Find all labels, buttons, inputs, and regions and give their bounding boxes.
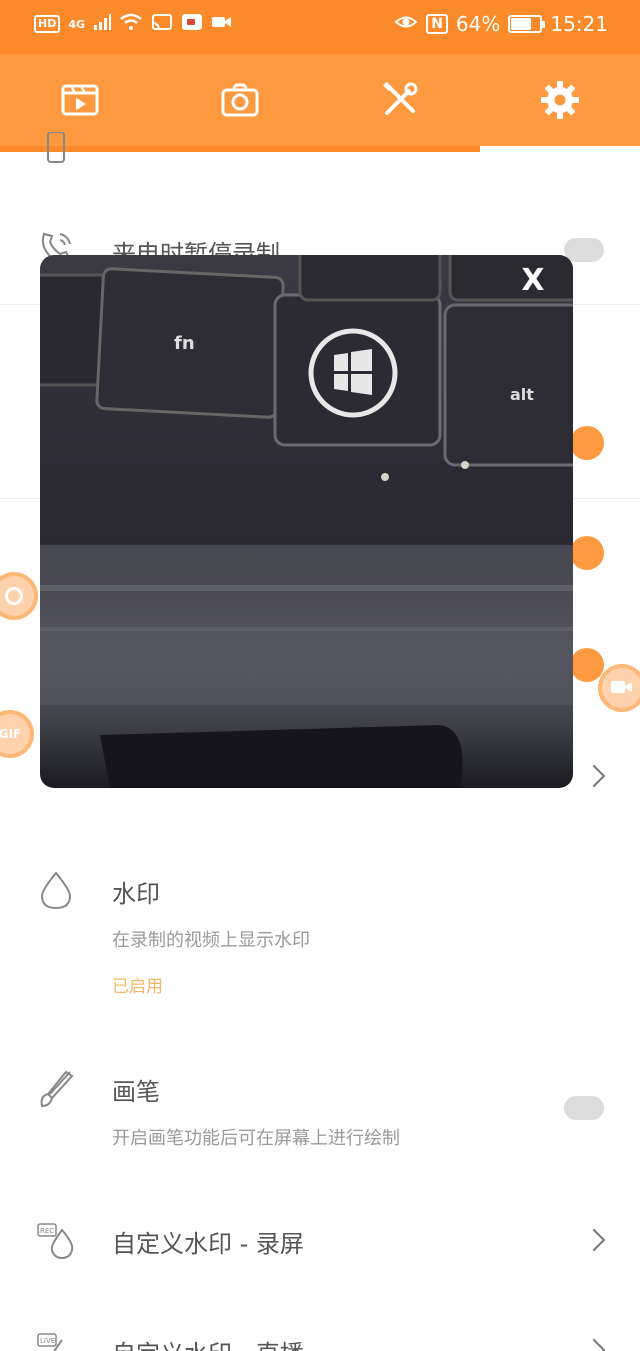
alt-key-label: alt bbox=[510, 385, 534, 404]
watermark-subtitle: 在录制的视频上显示水印 bbox=[112, 930, 310, 951]
setting-brush[interactable]: 画笔 开启画笔功能后可在屏幕上进行绘制 bbox=[0, 1064, 640, 1164]
float-screenshot-button[interactable] bbox=[0, 572, 38, 620]
watermark-status: 已启用 bbox=[112, 977, 163, 997]
float-gif-button[interactable]: GIF bbox=[0, 710, 34, 758]
chevron-right-icon bbox=[582, 1338, 606, 1351]
video-list-icon bbox=[61, 84, 99, 116]
camera-icon bbox=[221, 83, 259, 117]
phone-icon-partial bbox=[36, 131, 76, 172]
brush-toggle[interactable] bbox=[564, 1096, 604, 1120]
toggle-on-3[interactable] bbox=[570, 648, 604, 682]
cast-icon bbox=[151, 13, 173, 35]
setting-watermark[interactable]: 水印 在录制的视频上显示水印 已启用 bbox=[0, 864, 640, 997]
status-bar: HD 4G N 64% 15:21 bbox=[0, 0, 640, 54]
custom-watermark-live-title: 自定义水印 - 直播 bbox=[112, 1334, 304, 1351]
water-drop-icon bbox=[36, 870, 76, 910]
camera-icon bbox=[5, 587, 23, 605]
video-camera-icon bbox=[610, 679, 634, 698]
gear-icon bbox=[541, 81, 579, 119]
signal-icon bbox=[93, 13, 112, 35]
battery-percent: 64% bbox=[455, 12, 501, 36]
live-watermark-icon: LIVE bbox=[36, 1330, 76, 1351]
float-record-button[interactable] bbox=[598, 664, 640, 712]
custom-watermark-record-title: 自定义水印 - 录屏 bbox=[112, 1230, 304, 1258]
top-tab-bar bbox=[0, 54, 640, 146]
setting-custom-watermark-record[interactable]: REC 自定义水印 - 录屏 bbox=[0, 1214, 640, 1274]
video-camera-icon bbox=[211, 13, 233, 35]
fn-key-label: fn bbox=[174, 333, 195, 354]
svg-text:REC: REC bbox=[40, 1227, 54, 1235]
watermark-title: 水印 bbox=[112, 880, 160, 908]
svg-text:LIVE: LIVE bbox=[40, 1337, 55, 1345]
rec-watermark-icon: REC bbox=[36, 1220, 76, 1260]
eye-comfort-icon bbox=[394, 12, 418, 36]
setting-custom-watermark-live[interactable]: LIVE 自定义水印 - 直播 bbox=[0, 1324, 640, 1351]
chevron-right-icon bbox=[582, 764, 606, 788]
brush-icon bbox=[36, 1068, 76, 1108]
close-preview-button[interactable]: X bbox=[515, 263, 551, 299]
battery-icon bbox=[508, 15, 546, 33]
toggle-on-1[interactable] bbox=[570, 426, 604, 460]
network-type: 4G bbox=[68, 17, 86, 31]
keyboard-photo bbox=[40, 255, 573, 788]
brush-title: 画笔 bbox=[112, 1078, 160, 1106]
tab-settings[interactable] bbox=[520, 72, 600, 128]
nfc-icon: N bbox=[426, 14, 448, 34]
tools-icon bbox=[383, 81, 418, 115]
toggle-on-2[interactable] bbox=[570, 536, 604, 570]
clock: 15:21 bbox=[550, 12, 608, 36]
tab-videos[interactable] bbox=[40, 72, 120, 128]
settings-row-partial bbox=[0, 131, 640, 168]
camera-preview-window[interactable]: fn alt X bbox=[40, 255, 573, 788]
tab-tools[interactable] bbox=[360, 72, 440, 128]
gif-label: GIF bbox=[0, 727, 22, 741]
brush-subtitle: 开启画笔功能后可在屏幕上进行绘制 bbox=[112, 1128, 400, 1149]
chevron-right-icon bbox=[582, 1228, 606, 1252]
close-icon: X bbox=[521, 263, 545, 298]
screen-record-icon bbox=[181, 13, 203, 35]
hd-badge: HD bbox=[34, 15, 61, 33]
wifi-icon bbox=[119, 13, 143, 35]
tab-screenshots[interactable] bbox=[200, 72, 280, 128]
